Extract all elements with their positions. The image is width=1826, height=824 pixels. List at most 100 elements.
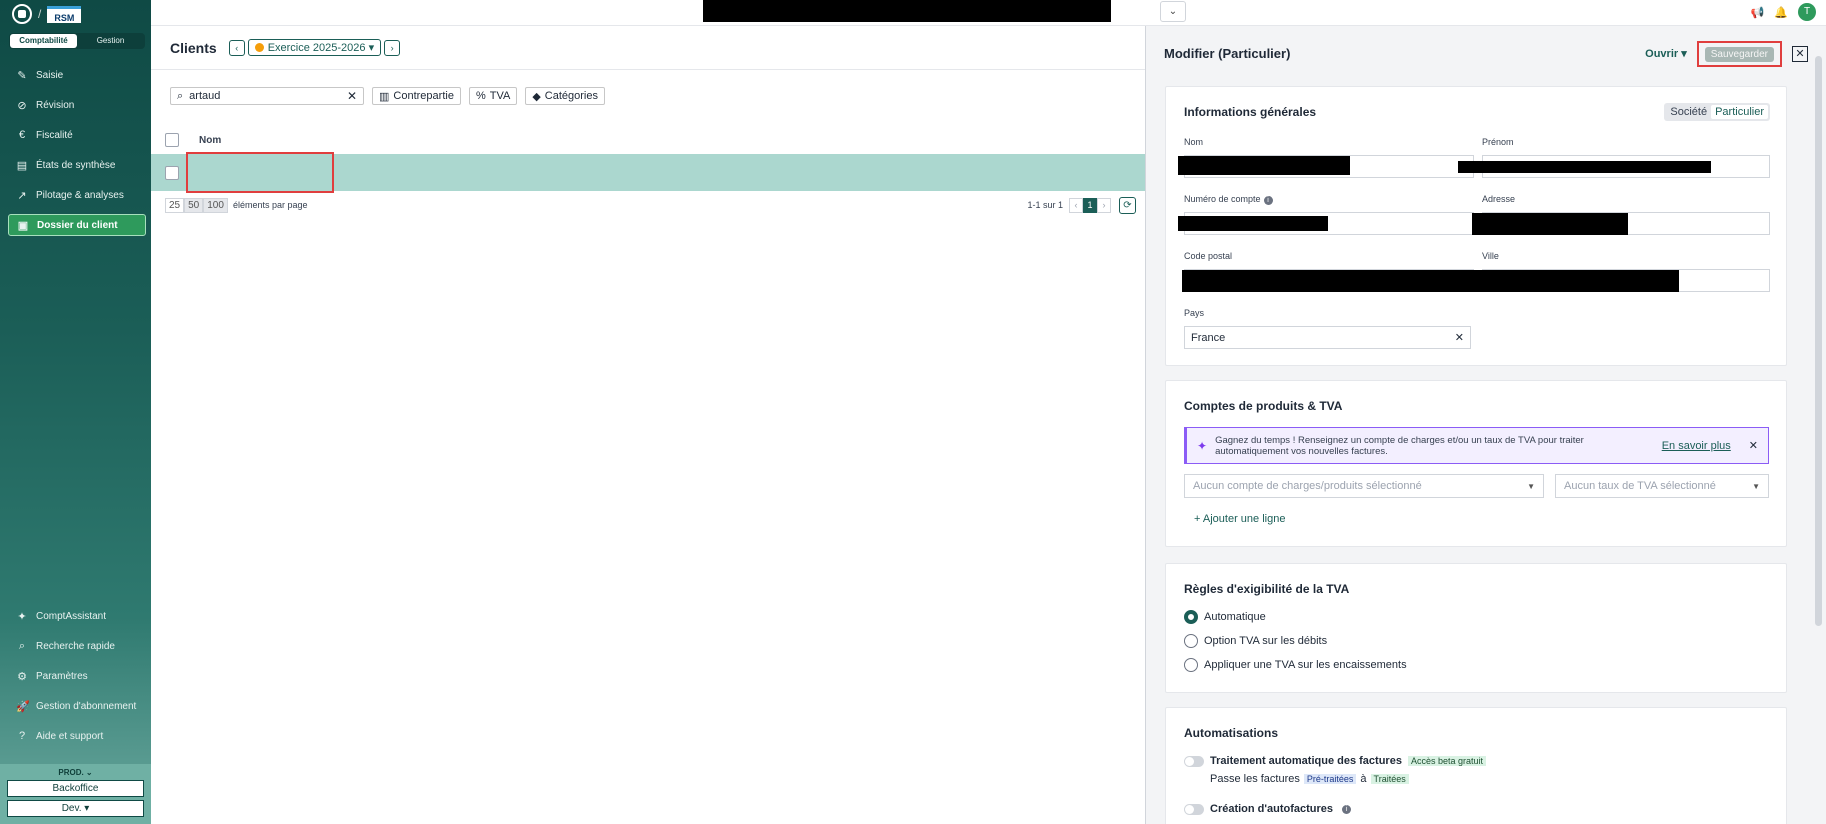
clear-search-icon[interactable]: ✕ — [347, 89, 357, 103]
open-dropdown-button[interactable]: Ouvrir ▾ — [1645, 47, 1687, 60]
clear-pays-icon[interactable]: ✕ — [1455, 331, 1464, 344]
page-size-100[interactable]: 100 — [203, 197, 228, 213]
sidebar-item-label: Saisie — [36, 69, 64, 81]
sidebar-item-etats[interactable]: ▤ États de synthèse — [8, 154, 146, 176]
tag-icon: ◆ — [532, 90, 541, 103]
search-input[interactable]: ⌕ artaud ✕ — [170, 87, 364, 105]
radio-button[interactable] — [1184, 610, 1198, 624]
label-prenom: Prénom — [1482, 137, 1514, 147]
page-size-50[interactable]: 50 — [184, 197, 204, 213]
refresh-icon[interactable]: ⟳ — [1119, 196, 1136, 214]
next-exercise-button[interactable]: › — [384, 39, 401, 56]
save-button[interactable]: Sauvegarder — [1704, 46, 1774, 62]
sidebar-item-label: Aide et support — [36, 730, 104, 742]
chevron-down-icon[interactable]: ⌄ — [1160, 1, 1186, 22]
pays-value: France — [1191, 331, 1226, 344]
redacted-code-postal-ville — [1182, 270, 1679, 292]
compte-select[interactable]: Aucun compte de charges/produits sélecti… — [1184, 474, 1544, 498]
bell-icon[interactable]: 🔔 — [1774, 6, 1788, 19]
info-banner: ✦ Gagnez du temps ! Renseignez un compte… — [1184, 427, 1769, 464]
label-ville: Ville — [1482, 251, 1499, 261]
label-adresse: Adresse — [1482, 194, 1516, 204]
radio-button[interactable] — [1184, 658, 1198, 672]
info-icon[interactable]: i — [1342, 804, 1352, 814]
prev-exercise-button[interactable]: ‹ — [228, 39, 245, 56]
radio-encaissements[interactable]: Appliquer une TVA sur les encaissements — [1184, 658, 1407, 672]
percent-icon: % — [475, 90, 486, 102]
pays-select[interactable]: France ✕ — [1184, 326, 1471, 349]
sidebar-item-recherche[interactable]: ⌕ Recherche rapide — [8, 635, 146, 657]
seg-societe[interactable]: Société — [1666, 105, 1711, 119]
pagination: 25 50 100 éléments par page 1-1 sur 1 ‹ … — [165, 196, 1136, 214]
sidebar-item-fiscalite[interactable]: € Fiscalité — [8, 124, 146, 146]
highlighted-name-cell[interactable] — [186, 152, 334, 193]
filter-contrepartie[interactable]: ▥ Contrepartie — [372, 87, 461, 105]
auto-invoice-sub: Passe les factures Pré-traitées à Traité… — [1210, 773, 1409, 785]
add-line-button[interactable]: + Ajouter une ligne — [1194, 513, 1285, 525]
table-row[interactable] — [151, 152, 1145, 193]
banner-text: Gagnez du temps ! Renseignez un compte d… — [1215, 434, 1584, 457]
top-right-actions: 📢 🔔 T — [1751, 3, 1816, 21]
info-icon[interactable]: i — [1263, 196, 1273, 205]
backoffice-button[interactable]: Backoffice — [7, 780, 144, 797]
filter-tva[interactable]: % TVA — [468, 87, 518, 105]
auto-invoice-label: Traitement automatique des factures — [1210, 755, 1402, 767]
column-header-nom[interactable]: Nom — [199, 135, 221, 146]
sidebar-item-aide[interactable]: ? Aide et support — [8, 725, 146, 747]
dev-button[interactable]: Dev. ▾ — [7, 800, 144, 817]
mode-toggle: Comptabilité Gestion — [9, 33, 145, 49]
seg-particulier[interactable]: Particulier — [1711, 105, 1768, 119]
sidebar-item-label: Dossier du client — [37, 219, 118, 231]
radio-button[interactable] — [1184, 634, 1198, 648]
sidebar-item-parametres[interactable]: ⚙ Paramètres — [8, 665, 146, 687]
regles-tva-card: Règles d'exigibilité de la TVA Automatiq… — [1165, 563, 1787, 693]
tab-comptabilite[interactable]: Comptabilité — [10, 34, 77, 48]
panel-scrollbar[interactable] — [1815, 56, 1822, 626]
sidebar-item-dossier-client[interactable]: ▣ Dossier du client — [8, 214, 146, 236]
auto-invoice-toggle[interactable] — [1184, 755, 1204, 767]
sidebar-item-label: États de synthèse — [36, 159, 116, 171]
automatisations-card: Automatisations Traitement automatique d… — [1165, 707, 1787, 824]
panel-header: Modifier (Particulier) Ouvrir ▾ Sauvegar… — [1146, 26, 1826, 81]
current-page[interactable]: 1 — [1083, 197, 1097, 213]
sidebar-item-revision[interactable]: ⊘ Révision — [8, 94, 146, 116]
tab-gestion[interactable]: Gestion — [77, 34, 144, 48]
main-content: Clients ‹ Exercice 2025-2026 ▾ › ⌕ artau… — [151, 26, 1145, 824]
caret-icon: ▼ — [1752, 481, 1760, 491]
radio-automatique[interactable]: Automatique — [1184, 610, 1266, 624]
logo[interactable]: / RSM — [12, 4, 82, 24]
close-icon[interactable]: ✕ — [1792, 45, 1808, 62]
radio-debits[interactable]: Option TVA sur les débits — [1184, 634, 1327, 648]
page-size-25[interactable]: 25 — [165, 197, 185, 213]
prev-page-button[interactable]: ‹ — [1069, 197, 1083, 213]
exercise-selector[interactable]: Exercice 2025-2026 ▾ — [247, 39, 382, 56]
redacted-client-selector[interactable] — [703, 0, 1111, 22]
folder-icon: ▣ — [17, 219, 29, 232]
book-icon: ▤ — [16, 159, 28, 172]
filter-categories[interactable]: ◆ Catégories — [525, 87, 605, 105]
exercise-label: Exercice 2025-2026 ▾ — [267, 42, 375, 54]
sidebar-item-label: Fiscalité — [36, 129, 73, 141]
filter-bar: ⌕ artaud ✕ ▥ Contrepartie % TVA ◆ Catégorie… — [170, 87, 605, 105]
close-banner-icon[interactable]: ✕ — [1749, 439, 1758, 452]
sidebar-item-pilotage[interactable]: ↗ Pilotage & analyses — [8, 184, 146, 206]
select-all-checkbox[interactable] — [165, 133, 179, 147]
building-icon: ▥ — [379, 90, 390, 103]
sidebar-item-abonnement[interactable]: 🚀 Gestion d'abonnement — [8, 695, 146, 717]
learn-more-link[interactable]: En savoir plus — [1662, 440, 1731, 452]
page-title: Clients — [170, 39, 217, 56]
sidebar-item-label: Révision — [36, 99, 75, 111]
env-label[interactable]: PROD. ⌄ — [0, 768, 151, 777]
per-page-label: éléments par page — [232, 200, 308, 210]
range-label: 1-1 sur 1 — [1027, 200, 1063, 210]
section-title: Informations générales — [1184, 105, 1317, 119]
pen-icon: ✎ — [17, 69, 27, 82]
tva-select[interactable]: Aucun taux de TVA sélectionné ▼ — [1555, 474, 1769, 498]
sidebar-item-saisie[interactable]: ✎ Saisie — [8, 64, 146, 86]
avatar[interactable]: T — [1798, 3, 1816, 21]
autofactures-toggle[interactable] — [1184, 803, 1204, 815]
next-page-button[interactable]: › — [1097, 197, 1111, 213]
row-checkbox[interactable] — [165, 165, 179, 180]
megaphone-icon[interactable]: 📢 — [1751, 6, 1765, 19]
sidebar-item-comptassistant[interactable]: ✦ ComptAssistant — [8, 605, 146, 627]
